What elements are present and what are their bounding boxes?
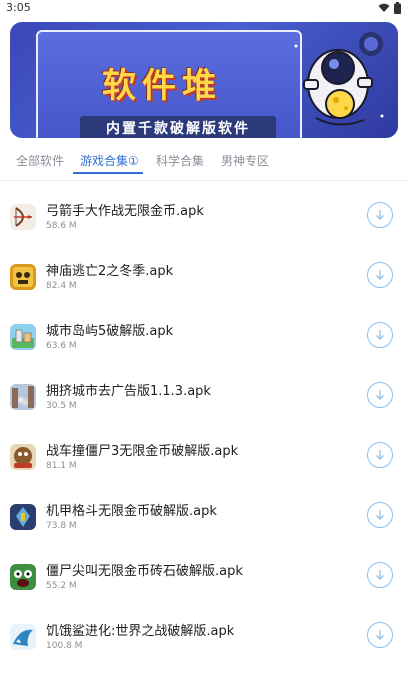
download-button[interactable] xyxy=(367,562,393,588)
city-island-icon xyxy=(10,324,36,350)
download-arrow-icon xyxy=(376,630,384,640)
status-time: 3:05 xyxy=(6,1,31,14)
tab-all-software[interactable]: 全部软件 xyxy=(16,152,64,169)
app-name: 城市岛屿5破解版.apk xyxy=(46,324,174,339)
download-arrow-icon xyxy=(376,210,384,220)
temple-run-icon xyxy=(10,264,36,290)
crowd-city-icon xyxy=(10,384,36,410)
category-tabs: 全部软件 游戏合集① 科学合集 男神专区 xyxy=(0,148,409,174)
wifi-icon xyxy=(378,3,390,12)
mech-fighter-icon xyxy=(10,504,36,530)
banner-subtitle: 内置千款破解版软件 xyxy=(80,116,276,138)
download-button[interactable] xyxy=(367,622,393,648)
download-button[interactable] xyxy=(367,382,393,408)
tab-science-collection[interactable]: 科学合集 xyxy=(156,152,204,169)
tab-male-zone[interactable]: 男神专区 xyxy=(221,152,269,169)
app-name: 神庙逃亡2之冬季.apk xyxy=(46,264,174,279)
app-name: 僵尸尖叫无限金币砖石破解版.apk xyxy=(46,564,243,579)
app-size: 55.2 M xyxy=(46,581,77,591)
app-name: 饥饿鲨进化:世界之战破解版.apk xyxy=(46,624,235,639)
download-arrow-icon xyxy=(376,510,384,520)
list-item[interactable]: 战车撞僵尸3无限金币破解版.apk 81.1 M xyxy=(0,426,409,486)
list-item[interactable]: 僵尸尖叫无限金币砖石破解版.apk 55.2 M xyxy=(0,546,409,606)
tab-game-collection[interactable]: 游戏合集① xyxy=(80,152,139,169)
download-arrow-icon xyxy=(376,390,384,400)
tabs-divider xyxy=(0,180,409,181)
download-arrow-icon xyxy=(376,450,384,460)
zombie-car-icon xyxy=(10,444,36,470)
list-item[interactable]: 机甲格斗无限金币破解版.apk 73.8 M xyxy=(0,486,409,546)
download-arrow-icon xyxy=(376,270,384,280)
active-tab-indicator xyxy=(73,172,143,174)
list-item[interactable]: 城市岛屿5破解版.apk 63.6 M xyxy=(0,306,409,366)
list-item[interactable]: 饥饿鲨进化:世界之战破解版.apk 100.8 M xyxy=(0,606,409,666)
app-name: 弓箭手大作战无限金币.apk xyxy=(46,204,204,219)
app-name: 拥挤城市去广告版1.1.3.apk xyxy=(46,384,211,399)
download-button[interactable] xyxy=(367,322,393,348)
promo-banner[interactable]: 软件堆 内置千款破解版软件 xyxy=(10,22,398,138)
app-size: 82.4 M xyxy=(46,281,77,291)
banner-title: 软件堆 xyxy=(102,66,222,106)
app-size: 100.8 M xyxy=(46,641,83,651)
status-bar: 3:05 xyxy=(0,0,409,18)
list-item[interactable]: 神庙逃亡2之冬季.apk 82.4 M xyxy=(0,246,409,306)
list-item[interactable]: 弓箭手大作战无限金币.apk 58.6 M xyxy=(0,186,409,246)
astronaut-illustration xyxy=(294,32,384,126)
app-size: 58.6 M xyxy=(46,221,77,231)
download-arrow-icon xyxy=(376,570,384,580)
zombie-scream-icon xyxy=(10,564,36,590)
app-name: 机甲格斗无限金币破解版.apk xyxy=(46,504,217,519)
battery-icon xyxy=(394,2,401,14)
app-size: 63.6 M xyxy=(46,341,77,351)
download-button[interactable] xyxy=(367,262,393,288)
archery-game-icon xyxy=(10,204,36,230)
app-size: 30.5 M xyxy=(46,401,77,411)
download-arrow-icon xyxy=(376,330,384,340)
list-item[interactable]: 拥挤城市去广告版1.1.3.apk 30.5 M xyxy=(0,366,409,426)
hungry-shark-icon xyxy=(10,624,36,650)
app-size: 81.1 M xyxy=(46,461,77,471)
download-button[interactable] xyxy=(367,442,393,468)
download-button[interactable] xyxy=(367,502,393,528)
app-size: 73.8 M xyxy=(46,521,77,531)
app-name: 战车撞僵尸3无限金币破解版.apk xyxy=(46,444,239,459)
status-icons xyxy=(378,2,401,14)
download-button[interactable] xyxy=(367,202,393,228)
